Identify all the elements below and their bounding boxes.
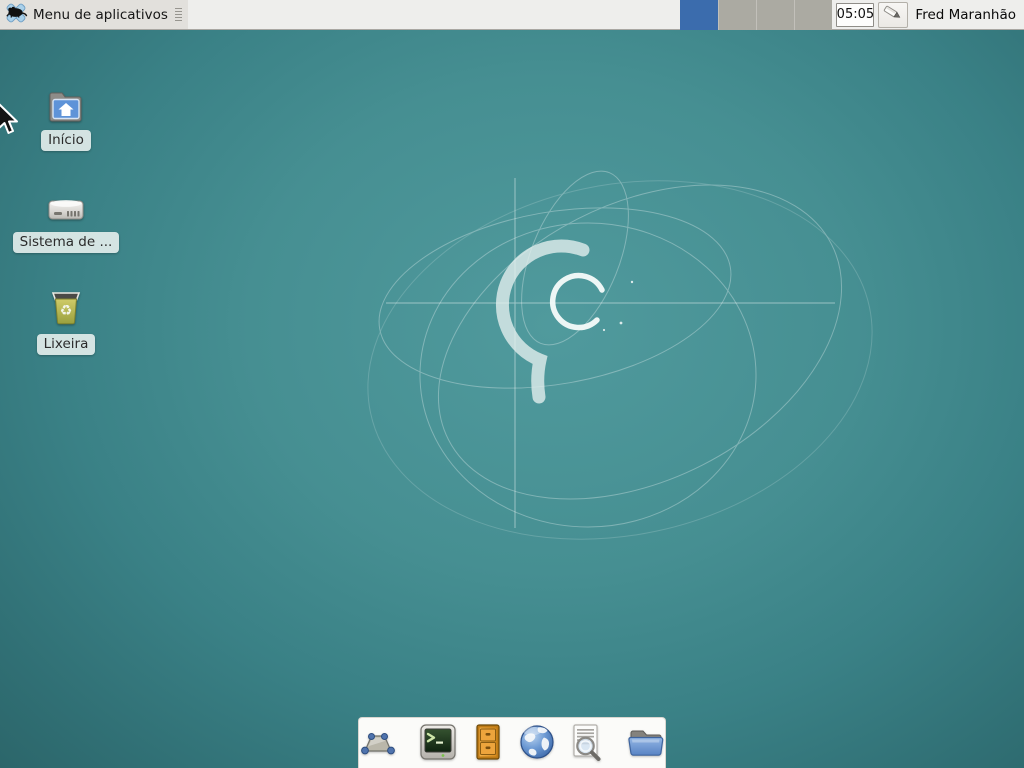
clock[interactable]: 05:05 (836, 3, 874, 27)
workspace-2[interactable] (718, 0, 756, 30)
web-browser-globe-icon (517, 722, 557, 766)
dock-item-terminal[interactable] (417, 721, 459, 767)
application-finder-icon (566, 721, 606, 767)
desktop-icon-label: Início (41, 130, 91, 151)
menu-grip-icon (175, 8, 182, 21)
terminal-icon (417, 721, 459, 767)
desktop-icon-label: Sistema de ... (13, 232, 120, 253)
desktop-icon-home[interactable]: Início (14, 84, 118, 151)
desktop-icon-label: Lixeira (37, 334, 96, 355)
desktop[interactable]: Início (0, 30, 1024, 768)
trash-bin-icon: ♻ (46, 288, 86, 328)
dock-item-web-browser[interactable] (517, 722, 557, 766)
debian-swirl-wallpaper-art (0, 30, 1024, 768)
applications-menu-button[interactable]: Menu de aplicativos (0, 0, 188, 29)
dock-item-app-finder[interactable] (566, 721, 606, 767)
workspace-4[interactable] (794, 0, 832, 30)
file-manager-folder-icon (624, 723, 668, 765)
desktop-icon-filesystem[interactable]: Sistema de ... (14, 186, 118, 253)
notes-button[interactable] (878, 2, 908, 28)
top-panel: Menu de aplicativos 05:05 (0, 0, 1024, 30)
file-cabinet-icon (468, 721, 508, 767)
workspace-switcher (680, 0, 832, 30)
dock-panel (358, 717, 666, 768)
dock-item-file-cabinet[interactable] (468, 721, 508, 767)
username-label[interactable]: Fred Maranhão (915, 7, 1016, 23)
clock-time: 05:05 (837, 7, 874, 22)
applications-menu-label: Menu de aplicativos (33, 7, 168, 23)
workspace-1[interactable] (680, 0, 718, 30)
filesystem-drive-icon (43, 186, 89, 226)
home-folder-icon (45, 84, 87, 124)
svg-text:♻: ♻ (60, 303, 73, 319)
dock-item-file-manager[interactable] (624, 723, 668, 765)
dock-item-show-desktop[interactable] (357, 724, 399, 764)
notes-pen-icon (882, 3, 904, 27)
show-desktop-icon (357, 724, 399, 764)
xfce-mouse-logo-icon (4, 1, 28, 29)
workspace-3[interactable] (756, 0, 794, 30)
desktop-icon-trash[interactable]: ♻ Lixeira (14, 288, 118, 355)
